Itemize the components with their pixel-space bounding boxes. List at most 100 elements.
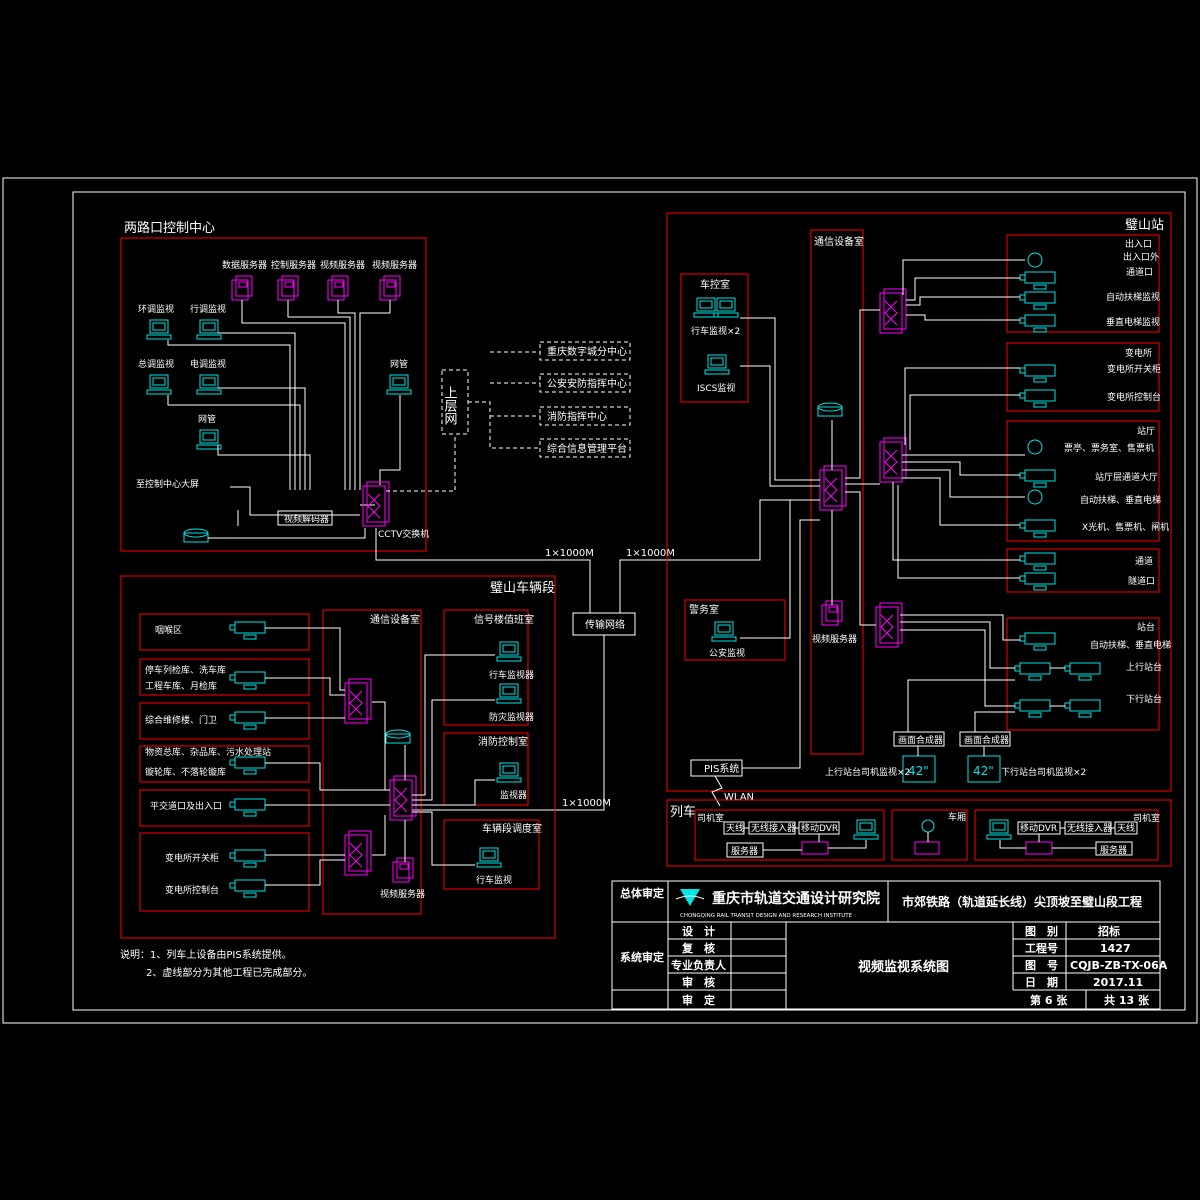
camera-icon	[1019, 632, 1056, 651]
camera-icon	[1014, 662, 1051, 681]
display-label: 上行站台司机监视×2	[825, 766, 910, 778]
splitter-label: 画面合成器	[898, 734, 943, 746]
role-label: 审 定	[682, 993, 715, 1007]
zone-item: 隧道口	[1128, 575, 1155, 587]
depot-server-label: 视频服务器	[380, 888, 425, 900]
zone-item: 站厅层通道大厅	[1095, 471, 1158, 483]
monitor-pc-icon	[496, 683, 522, 704]
station-title: 璧山站	[1125, 217, 1164, 233]
depot-zone-label: 变电所开关柜	[165, 852, 219, 864]
train-item: 天线	[726, 822, 744, 834]
field-label: 图 别	[1025, 924, 1058, 938]
train-item: 无线接入器	[751, 822, 796, 834]
server-label: 数据服务器	[222, 259, 267, 271]
depot-zone-label: 变电所控制台	[165, 884, 219, 896]
zone-item: 自动扶梯、垂直电梯	[1080, 494, 1161, 506]
police-monitor-label: 公安监视	[709, 647, 745, 659]
switch-icon	[875, 602, 903, 648]
role-label: 复 核	[681, 941, 715, 955]
depot-zone-label: 咽喉区	[155, 624, 182, 636]
bishan-station: 璧山站 车控室 行车监视×2 ISCS监视 通信设备室 视频服务器 警务室 公安…	[666, 212, 1172, 807]
zone-item: X光机、售票机、闸机	[1082, 521, 1169, 533]
institute-logo	[675, 889, 705, 906]
zone-item: 上行站台	[1126, 661, 1162, 673]
zone-item: 通道	[1135, 555, 1153, 567]
field-label: 图 号	[1025, 959, 1058, 972]
camera-icon	[229, 756, 266, 775]
upper-target: 公安安防指挥中心	[547, 377, 627, 390]
camera-icon	[229, 879, 266, 898]
storage-icon	[817, 402, 843, 417]
zone-title: 变电所	[1125, 347, 1152, 359]
dispatch-monitor-label: 行车监视×2	[691, 325, 740, 337]
terminal-label: 网管	[198, 413, 216, 425]
terminal-label: 网管	[390, 358, 408, 370]
server-label: 视频服务器	[372, 259, 417, 271]
note-line: 说明：1、列车上设备由PIS系统提供。	[120, 948, 292, 961]
upper-target: 消防指挥中心	[547, 410, 607, 423]
storage-icon	[385, 729, 411, 744]
role-label: 审 核	[682, 975, 715, 989]
zone-item: 垂直电梯监视	[1106, 316, 1160, 328]
terminal-label: 行调监视	[190, 303, 226, 315]
switch-icon	[389, 775, 417, 821]
cctv-switch-label: CCTV交换机	[378, 528, 429, 540]
iscs-monitor-label: ISCS监视	[697, 382, 735, 394]
cab-label: 司机室	[697, 812, 724, 824]
train-item: 移动DVR	[801, 822, 838, 834]
note-line: 2、虚线部分为其他工程已完成部分。	[146, 966, 312, 979]
server-icon	[277, 275, 299, 301]
project-name: 市郊铁路（轨道延长线）尖顶坡至璧山段工程	[902, 894, 1142, 909]
server-icon	[379, 275, 401, 301]
pis-label: PIS系统	[704, 762, 739, 775]
depot-title: 璧山车辆段	[490, 580, 555, 596]
monitor-pc-icon	[386, 374, 412, 395]
fire-monitor-label: 监视器	[500, 789, 527, 801]
switch-icon	[879, 288, 907, 334]
switch-icon	[819, 465, 847, 511]
monitor-pc-icon	[196, 374, 222, 395]
link-label: 1×1000M	[562, 798, 611, 809]
monitor-pc-icon	[704, 354, 730, 375]
train: 列车 司机室 天线 无线接入器 移动DVR 服务器 车厢 司机室 移动DVR 无…	[666, 799, 1172, 867]
liangkou-control-center: 两路口控制中心 数据服务器 控制服务器 视频服务器 视频服务器 环调监视 行调监…	[120, 220, 429, 552]
monitor-pc-icon	[496, 641, 522, 662]
switch-icon	[344, 830, 372, 876]
depot-zone-label: 工程车库、月检库	[145, 680, 217, 692]
switch-icon	[879, 437, 907, 483]
zone-title: 站厅	[1137, 425, 1155, 437]
control-room-label: 车控室	[700, 278, 730, 291]
big-screen-label: 至控制中心大屏	[136, 478, 199, 490]
liangkou-title: 两路口控制中心	[124, 220, 215, 236]
field-value: 招标	[1098, 924, 1120, 938]
zone-title: 站台	[1137, 621, 1155, 633]
duty-monitor-label: 行车监视	[476, 874, 512, 886]
sheet-number: 第 6 张	[1030, 993, 1068, 1007]
server-label: 视频服务器	[320, 259, 365, 271]
camera-icon	[1019, 364, 1056, 383]
zone-item: 变电所控制台	[1107, 391, 1161, 403]
monitor-pc-icon	[476, 847, 502, 868]
monitor-pc-icon	[196, 319, 222, 340]
police-room-label: 警务室	[689, 603, 719, 616]
monitor-pc-icon	[146, 374, 172, 395]
title-block: 总体审定 系统审定 重庆市轨道交通设计研究院 CHONGQING RAIL TR…	[611, 880, 1168, 1010]
approval-label: 总体审定	[620, 886, 664, 900]
link-label: 1×1000M	[626, 548, 675, 559]
upper-network: 上层网 重庆数字城分中心 公安安防指挥中心 消防指挥中心 综合信息管理平台	[386, 341, 631, 492]
role-label: 专业负责人	[671, 958, 727, 972]
upper-target: 重庆数字城分中心	[547, 345, 627, 358]
camera-icon	[1064, 699, 1101, 718]
approval-label: 系统审定	[620, 950, 664, 964]
monitor-pc-icon	[853, 819, 879, 840]
terminal-label: 总调监视	[138, 358, 174, 370]
monitor-pc-icon	[496, 762, 522, 783]
zone-item: 票亭、票务室、售票机	[1064, 442, 1154, 454]
train-item: 服务器	[731, 845, 758, 857]
field-value: 1427	[1100, 942, 1131, 955]
signal-room-label: 信号楼值班室	[474, 613, 534, 626]
signal-monitor-label: 防灾监视器	[489, 711, 534, 723]
camera-icon	[229, 711, 266, 730]
role-label: 设 计	[682, 924, 715, 938]
comm-room-label: 通信设备室	[814, 235, 864, 248]
